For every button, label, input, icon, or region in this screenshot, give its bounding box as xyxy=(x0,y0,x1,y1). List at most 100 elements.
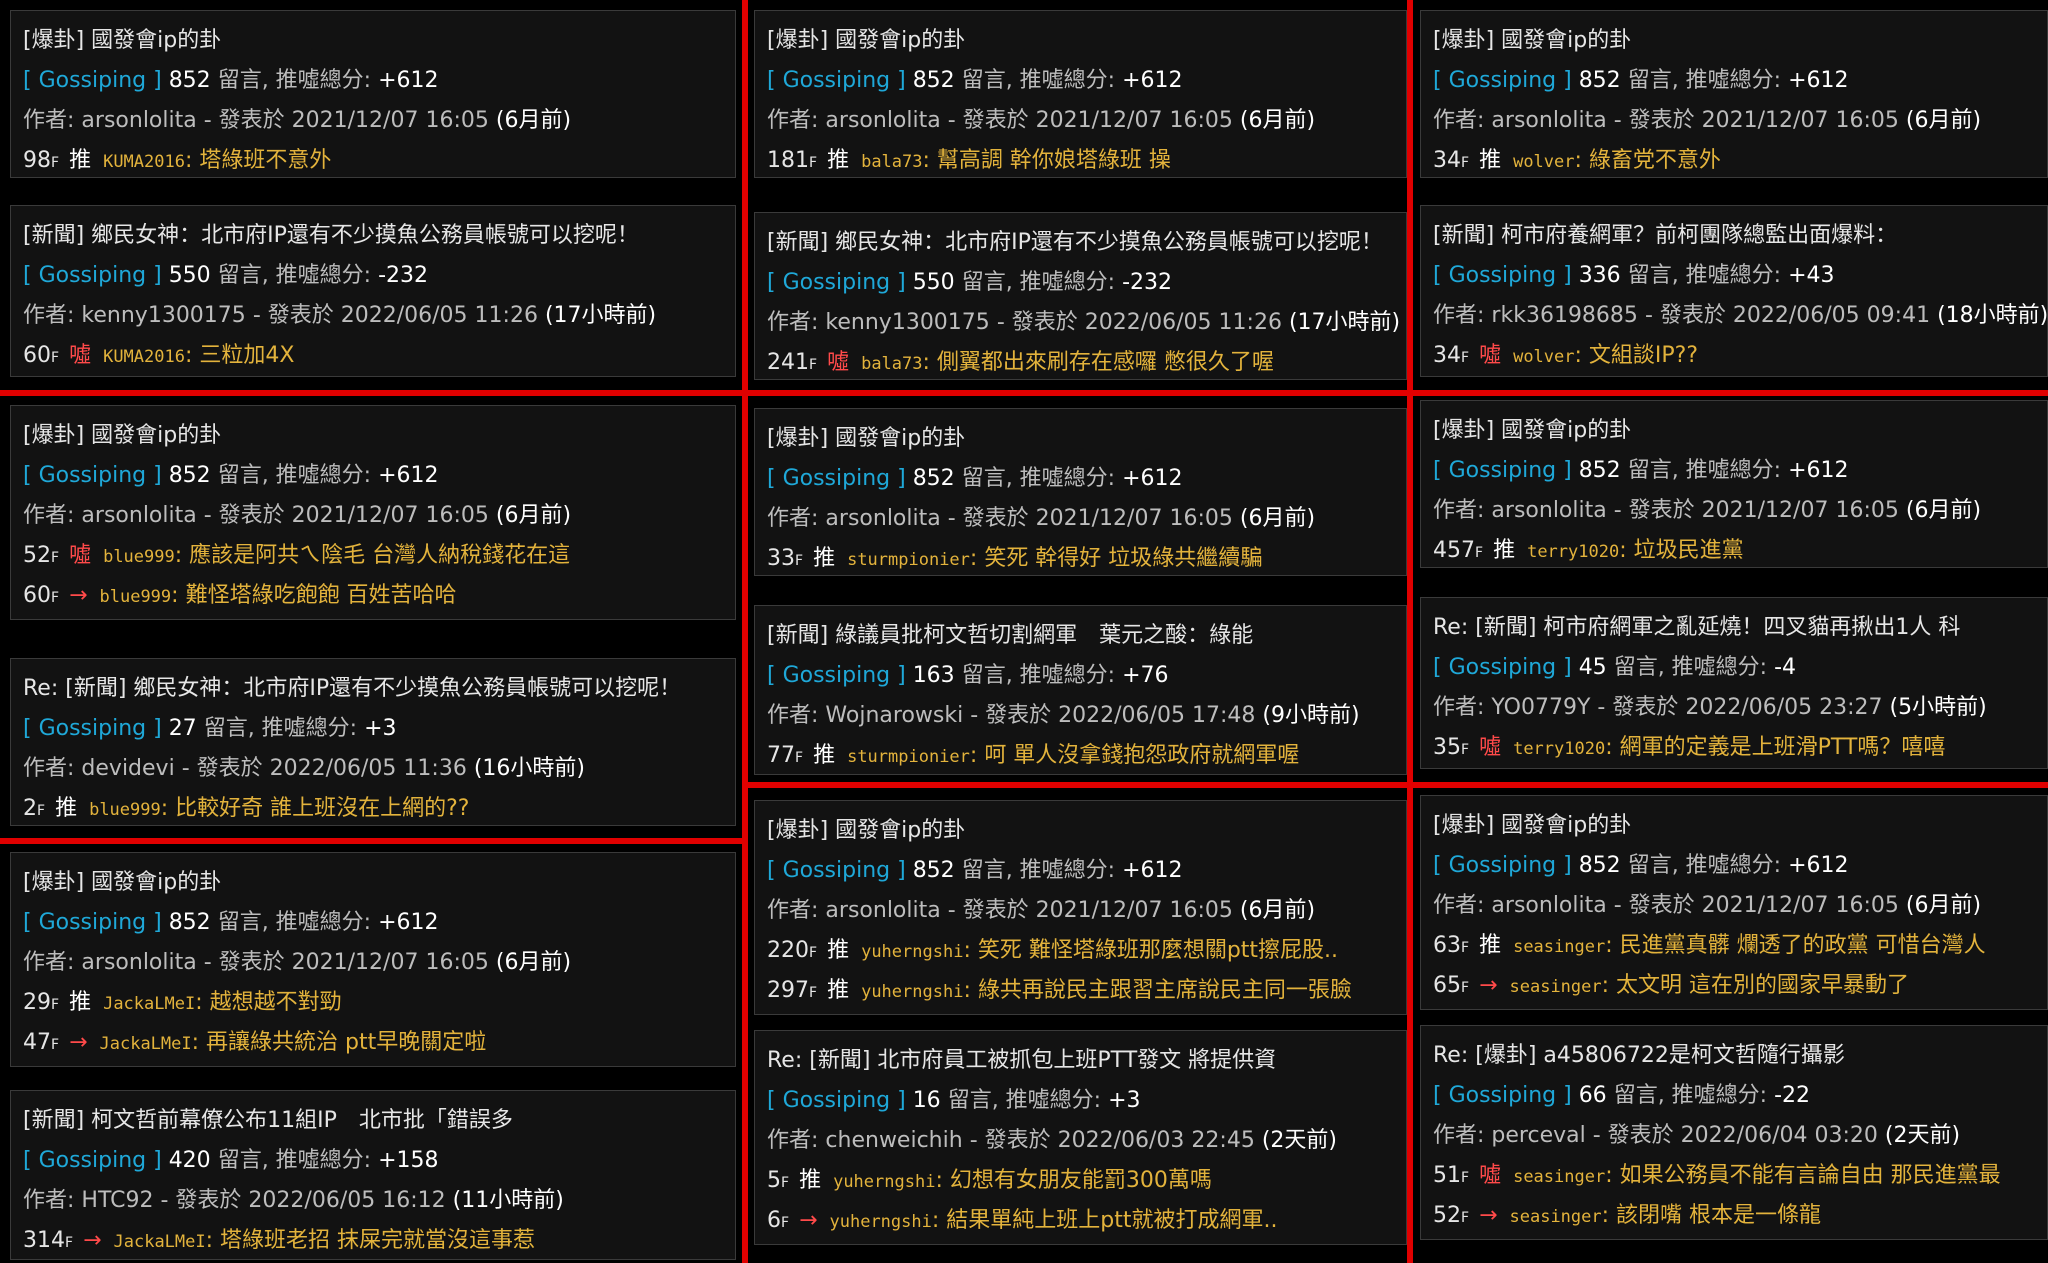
comment-floor-suffix: F xyxy=(809,945,818,961)
comment-text: 文組談IP?? xyxy=(1588,343,1699,368)
comment-count-label: 留言, 推噓總分: xyxy=(961,663,1116,688)
post-title[interactable]: Re: [爆卦] a45806722是柯文哲隨行攝影 xyxy=(1433,1036,2047,1076)
comment-count: 16 xyxy=(912,1088,941,1113)
comment-floor: 5 xyxy=(767,1168,781,1193)
comment-count: 45 xyxy=(1578,655,1607,680)
comment-text: 民進黨真髒 爛透了的政黨 可惜台灣人 xyxy=(1619,933,1986,958)
post-card[interactable]: Re: [爆卦] a45806722是柯文哲隨行攝影[ Gossiping ] … xyxy=(1420,1025,2048,1240)
comment-push-type: 噓 xyxy=(69,343,92,368)
push-score: -232 xyxy=(378,263,429,288)
post-date: 2022/06/05 09:41 xyxy=(1732,303,1931,328)
post-card[interactable]: [爆卦] 國發會ip的卦[ Gossiping ] 852 留言, 推噓總分: … xyxy=(1420,400,2048,568)
relative-time: (5小時前) xyxy=(1889,695,1987,720)
post-stats-row: [ Gossiping ] 550 留言, 推噓總分: -232 xyxy=(23,256,735,296)
comment-count-label: 留言, 推噓總分: xyxy=(1613,655,1768,680)
comment-count-label: 留言, 推噓總分: xyxy=(1627,68,1782,93)
post-title[interactable]: Re: [新聞] 柯市府網軍之亂延燒！四叉貓再揪出1人 科 xyxy=(1433,608,2047,648)
post-card[interactable]: [爆卦] 國發會ip的卦[ Gossiping ] 852 留言, 推噓總分: … xyxy=(10,405,736,620)
relative-time: (16小時前) xyxy=(473,756,585,781)
comment-colon: : xyxy=(931,1208,947,1233)
post-card[interactable]: [新聞] 柯文哲前幕僚公布11組IP 北市批「錯誤多[ Gossiping ] … xyxy=(10,1090,736,1260)
comment-count: 163 xyxy=(912,663,955,688)
comment-floor-suffix: F xyxy=(1461,1170,1470,1186)
post-card[interactable]: [爆卦] 國發會ip的卦[ Gossiping ] 852 留言, 推噓總分: … xyxy=(10,852,736,1067)
board-tag: [ Gossiping ] xyxy=(1433,458,1572,483)
push-score: -22 xyxy=(1774,1083,1811,1108)
post-card[interactable]: [新聞] 鄉民女神：北市府IP還有不少摸魚公務員帳號可以挖呢！[ Gossipi… xyxy=(754,212,1407,380)
post-title[interactable]: Re: [新聞] 北市府員工被抓包上班PTT發文 將提供資 xyxy=(767,1041,1406,1081)
comment-count: 852 xyxy=(168,910,211,935)
comment-user: seasinger xyxy=(1513,937,1606,957)
comment-push-type: 推 xyxy=(1479,148,1502,173)
post-stats-row: [ Gossiping ] 852 留言, 推噓總分: +612 xyxy=(1433,451,2047,491)
post-title[interactable]: [爆卦] 國發會ip的卦 xyxy=(1433,411,2047,451)
author-label: 作者: xyxy=(23,303,75,328)
comment-row: 52F → seasinger: 該閉嘴 根本是一條龍 xyxy=(1433,1196,2047,1236)
post-author-row: 作者: arsonlolita - 發表於 2021/12/07 16:05 (… xyxy=(1433,886,2047,926)
post-date: 2021/12/07 16:05 xyxy=(1701,498,1899,523)
post-card[interactable]: [爆卦] 國發會ip的卦[ Gossiping ] 852 留言, 推噓總分: … xyxy=(1420,10,2048,178)
post-card[interactable]: [新聞] 鄉民女神：北市府IP還有不少摸魚公務員帳號可以挖呢！[ Gossipi… xyxy=(10,205,736,377)
post-card[interactable]: Re: [新聞] 柯市府網軍之亂延燒！四叉貓再揪出1人 科[ Gossiping… xyxy=(1420,597,2048,769)
author-name: YO0779Y xyxy=(1491,695,1591,720)
post-stats-row: [ Gossiping ] 550 留言, 推噓總分: -232 xyxy=(767,263,1406,303)
post-card[interactable]: [爆卦] 國發會ip的卦[ Gossiping ] 852 留言, 推噓總分: … xyxy=(754,408,1407,576)
post-card[interactable]: [爆卦] 國發會ip的卦[ Gossiping ] 852 留言, 推噓總分: … xyxy=(754,800,1407,1015)
post-title[interactable]: [新聞] 鄉民女神：北市府IP還有不少摸魚公務員帳號可以挖呢！ xyxy=(767,223,1406,263)
post-card[interactable]: Re: [新聞] 北市府員工被抓包上班PTT發文 將提供資[ Gossiping… xyxy=(754,1030,1407,1245)
board-tag: [ Gossiping ] xyxy=(767,270,906,295)
comment-count-label: 留言, 推噓總分: xyxy=(961,858,1116,883)
post-title[interactable]: [爆卦] 國發會ip的卦 xyxy=(23,863,735,903)
post-card[interactable]: [新聞] 柯市府養網軍？前柯團隊總監出面爆料：[ Gossiping ] 336… xyxy=(1420,205,2048,377)
post-author-row: 作者: arsonlolita - 發表於 2021/12/07 16:05 (… xyxy=(767,499,1406,539)
author-label: 作者: xyxy=(1433,303,1485,328)
post-date: 2022/06/05 11:26 xyxy=(340,303,538,328)
comment-floor-suffix: F xyxy=(781,1175,790,1191)
author-label: 作者: xyxy=(1433,695,1485,720)
post-stats-row: [ Gossiping ] 163 留言, 推噓總分: +76 xyxy=(767,656,1406,696)
board-tag: [ Gossiping ] xyxy=(767,663,906,688)
post-title[interactable]: [爆卦] 國發會ip的卦 xyxy=(767,21,1406,61)
comment-floor: 2 xyxy=(23,796,37,821)
comment-user: seasinger xyxy=(1509,977,1602,997)
comment-floor: 52 xyxy=(23,543,51,568)
post-card[interactable]: [爆卦] 國發會ip的卦[ Gossiping ] 852 留言, 推噓總分: … xyxy=(10,10,736,178)
comment-row: 33F 推 sturmpionier: 笑死 幹得好 垃圾綠共繼續騙 xyxy=(767,539,1406,575)
comment-text: 該閉嘴 根本是一條龍 xyxy=(1616,1203,1822,1228)
post-title[interactable]: [爆卦] 國發會ip的卦 xyxy=(23,21,735,61)
comment-row: 98F 推 KUMA2016: 塔綠班不意外 xyxy=(23,141,735,177)
post-title[interactable]: Re: [新聞] 鄉民女神：北市府IP還有不少摸魚公務員帳號可以挖呢！ xyxy=(23,669,735,709)
author-name: arsonlolita xyxy=(1491,108,1607,133)
post-title[interactable]: [爆卦] 國發會ip的卦 xyxy=(767,811,1406,851)
post-title[interactable]: [爆卦] 國發會ip的卦 xyxy=(23,416,735,456)
date-label: - 發表於 xyxy=(970,703,1052,728)
relative-time: (17小時前) xyxy=(1288,310,1401,335)
author-label: 作者: xyxy=(767,506,819,531)
post-title[interactable]: [新聞] 柯文哲前幕僚公布11組IP 北市批「錯誤多 xyxy=(23,1101,735,1141)
post-title[interactable]: [新聞] 綠議員批柯文哲切割網軍 葉元之酸：綠能 xyxy=(767,616,1406,656)
date-label: - 發表於 xyxy=(181,756,263,781)
post-title[interactable]: [新聞] 鄉民女神：北市府IP還有不少摸魚公務員帳號可以挖呢！ xyxy=(23,216,735,256)
comment-row: 181F 推 bala73: 幫高調 幹你娘塔綠班 操 xyxy=(767,141,1406,177)
comment-floor-suffix: F xyxy=(809,357,818,373)
post-stats-row: [ Gossiping ] 852 留言, 推噓總分: +612 xyxy=(1433,846,2047,886)
post-card[interactable]: [爆卦] 國發會ip的卦[ Gossiping ] 852 留言, 推噓總分: … xyxy=(754,10,1407,178)
post-card[interactable]: Re: [新聞] 鄉民女神：北市府IP還有不少摸魚公務員帳號可以挖呢！[ Gos… xyxy=(10,658,736,826)
post-title[interactable]: [爆卦] 國發會ip的卦 xyxy=(767,419,1406,459)
comment-row: 29F 推 JackaLMeI: 越想越不對勁 xyxy=(23,983,735,1023)
post-card[interactable]: [爆卦] 國發會ip的卦[ Gossiping ] 852 留言, 推噓總分: … xyxy=(1420,795,2048,1010)
comment-user: JackaLMeI xyxy=(99,1034,192,1054)
post-card[interactable]: [新聞] 綠議員批柯文哲切割網軍 葉元之酸：綠能[ Gossiping ] 16… xyxy=(754,605,1407,775)
comment-text: 塔綠班老招 抹屎完就當沒這事惹 xyxy=(220,1228,536,1253)
post-title[interactable]: [爆卦] 國發會ip的卦 xyxy=(1433,21,2047,61)
post-stats-row: [ Gossiping ] 16 留言, 推噓總分: +3 xyxy=(767,1081,1406,1121)
comment-text: 太文明 這在別的國家早暴動了 xyxy=(1616,973,1910,998)
post-title[interactable]: [新聞] 柯市府養網軍？前柯團隊總監出面爆料： xyxy=(1433,216,2047,256)
comment-floor-suffix: F xyxy=(809,985,818,1001)
comment-count-label: 留言, 推噓總分: xyxy=(961,466,1116,491)
post-title[interactable]: [爆卦] 國發會ip的卦 xyxy=(1433,806,2047,846)
comment-count-label: 留言, 推噓總分: xyxy=(217,910,372,935)
post-date: 2022/06/05 17:48 xyxy=(1058,703,1256,728)
push-score: +612 xyxy=(1788,68,1849,93)
comment-row: 60F 噓 KUMA2016: 三粒加4X xyxy=(23,336,735,376)
